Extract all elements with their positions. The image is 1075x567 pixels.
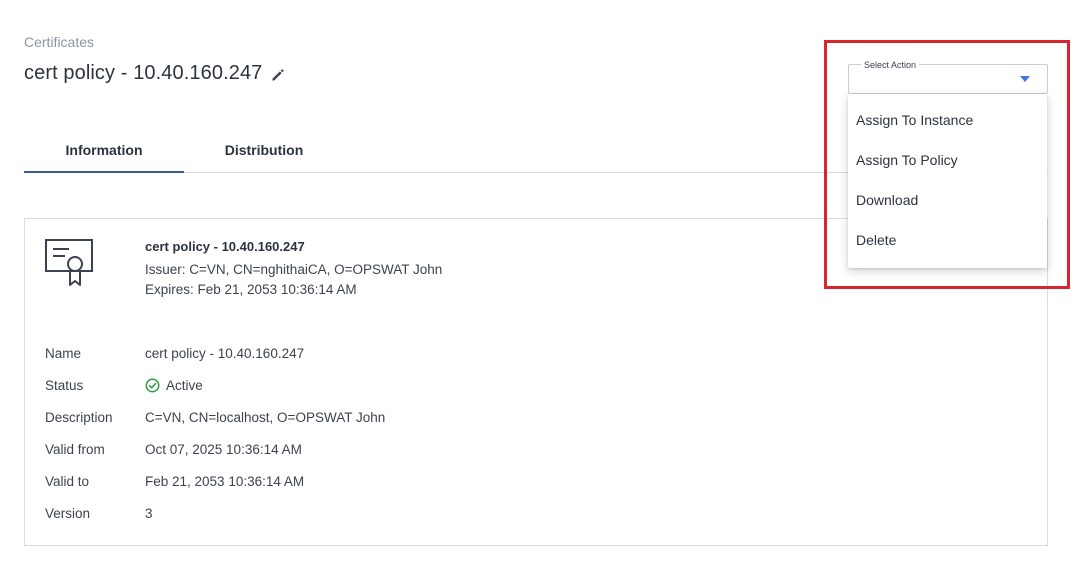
certificate-issuer: Issuer: C=VN, CN=nghithaiCA, O=OPSWAT Jo… (145, 262, 443, 277)
highlight-box (824, 40, 1070, 289)
detail-row-description: Description C=VN, CN=localhost, O=OPSWAT… (45, 401, 385, 433)
detail-row-name: Name cert policy - 10.40.160.247 (45, 337, 385, 369)
detail-label: Description (45, 409, 113, 425)
detail-label: Valid from (45, 441, 105, 457)
tab-distribution[interactable]: Distribution (184, 128, 344, 172)
check-circle-icon (145, 378, 160, 393)
status-text: Active (166, 377, 203, 393)
breadcrumb[interactable]: Certificates (24, 34, 94, 50)
detail-row-status: Status Active (45, 369, 385, 401)
detail-label: Valid to (45, 473, 90, 489)
detail-label: Name (45, 345, 82, 361)
detail-value: Oct 07, 2025 10:36:14 AM (145, 441, 302, 457)
pencil-icon[interactable] (270, 67, 286, 83)
certificate-icon (45, 239, 95, 289)
detail-value: 3 (145, 505, 153, 521)
certificate-summary-title: cert policy - 10.40.160.247 (145, 239, 305, 254)
page-title: cert policy - 10.40.160.247 (24, 62, 263, 84)
page-title-row: cert policy - 10.40.160.247 (24, 62, 286, 85)
detail-value: Feb 21, 2053 10:36:14 AM (145, 473, 305, 489)
certificate-details: Name cert policy - 10.40.160.247 Status … (45, 337, 385, 529)
detail-label: Version (45, 505, 91, 521)
detail-row-valid-to: Valid to Feb 21, 2053 10:36:14 AM (45, 465, 385, 497)
certificate-summary: cert policy - 10.40.160.247 Issuer: C=VN… (145, 239, 442, 302)
tab-information[interactable]: Information (24, 128, 184, 173)
detail-row-version: Version 3 (45, 497, 385, 529)
status-value: Active (145, 378, 203, 393)
detail-row-valid-from: Valid from Oct 07, 2025 10:36:14 AM (45, 433, 385, 465)
detail-value: C=VN, CN=localhost, O=OPSWAT John (145, 409, 386, 425)
detail-value: cert policy - 10.40.160.247 (145, 345, 305, 361)
certificate-expires: Expires: Feb 21, 2053 10:36:14 AM (145, 282, 357, 297)
detail-label: Status (45, 377, 84, 393)
